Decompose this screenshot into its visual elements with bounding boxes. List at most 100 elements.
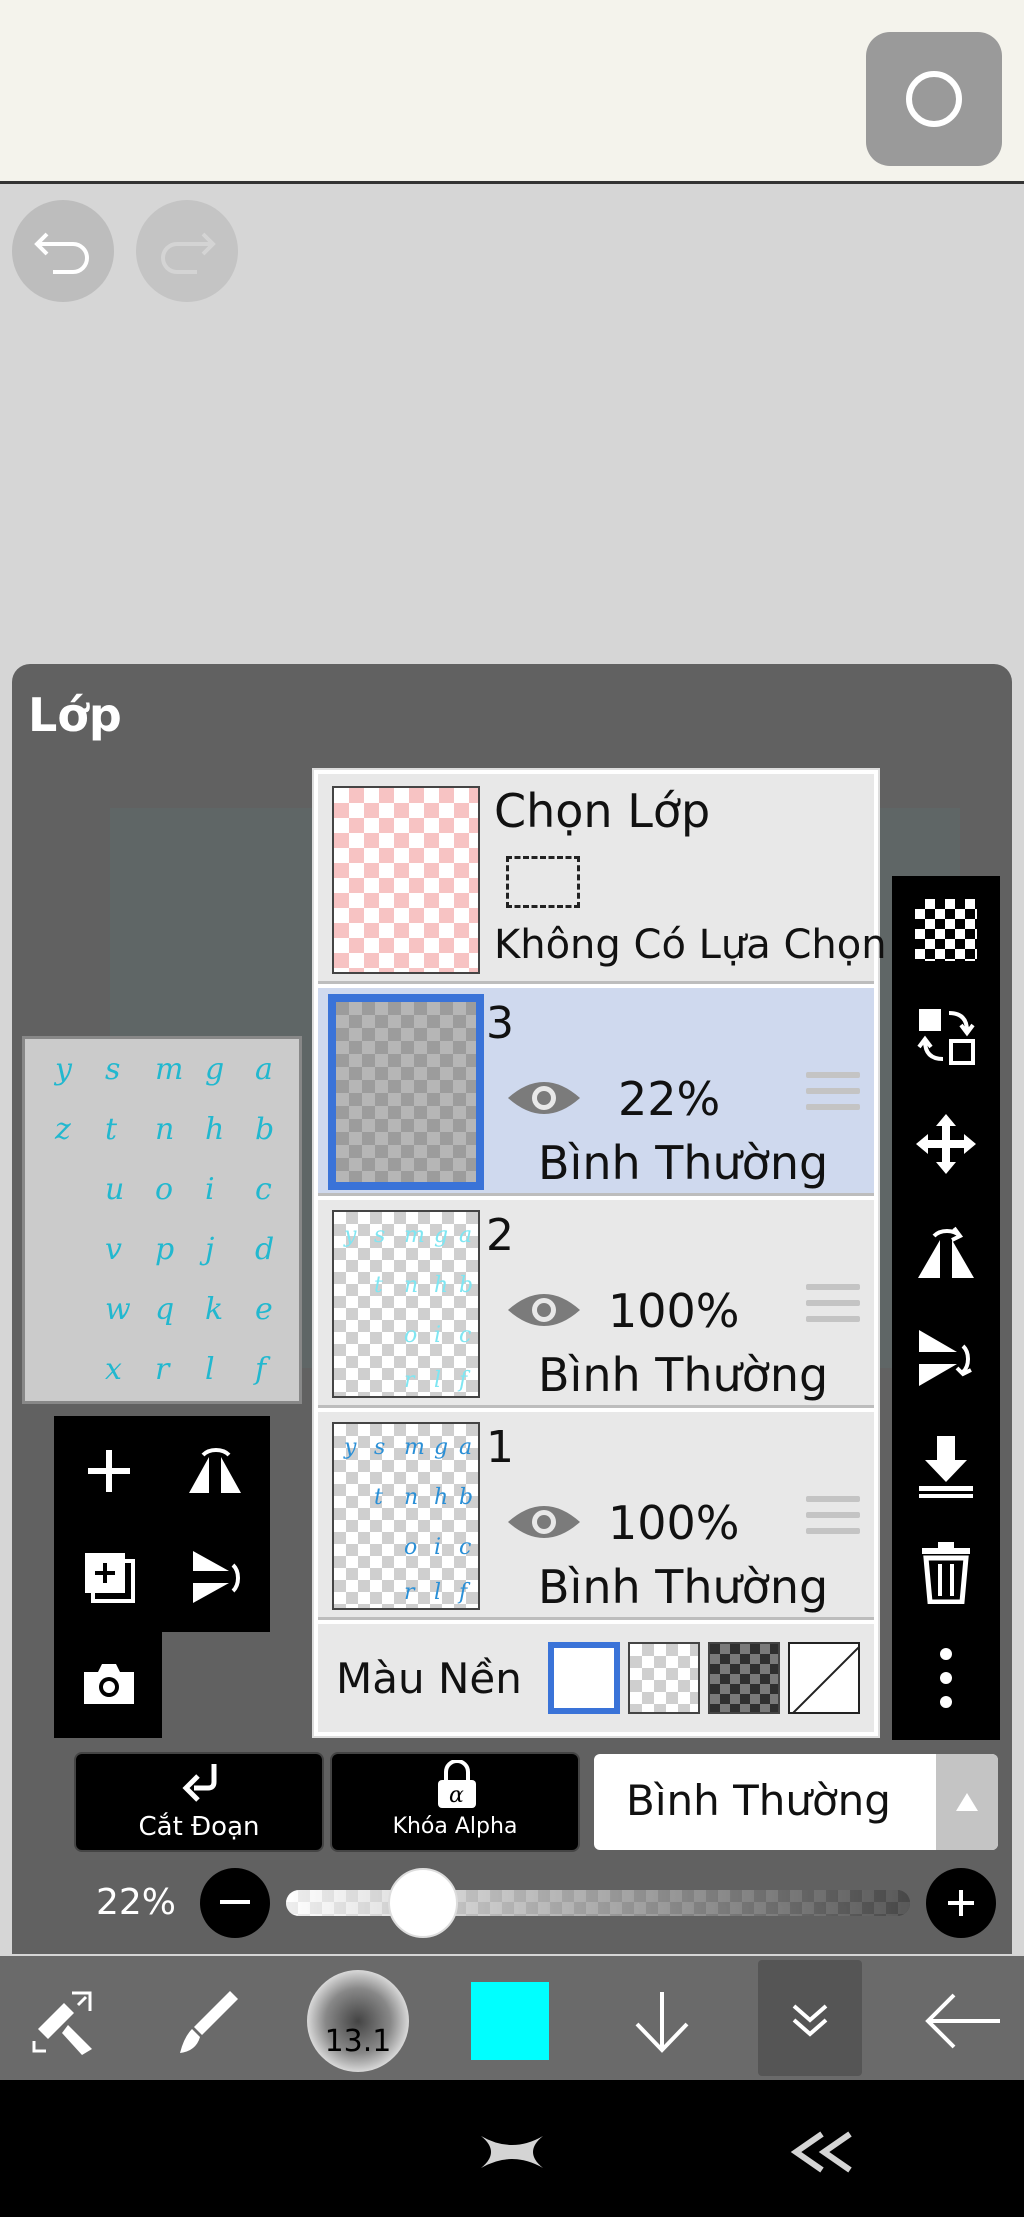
lock-icon: α [438,1760,476,1808]
svg-text:h: h [205,1112,224,1147]
visibility-eye-icon[interactable] [506,1076,582,1120]
flip-horizontal-button[interactable] [162,1418,268,1524]
svg-text:r: r [404,1580,416,1605]
transparency-button[interactable] [892,880,1000,980]
layer-row-1[interactable]: ysmga tnhb oic rlf 1 100% Bình Thường [318,1412,874,1620]
nav-hide-button[interactable] [470,2120,554,2184]
svg-text:y: y [53,1052,73,1087]
svg-text:o: o [155,1172,173,1207]
flip-horizontal-icon [918,1226,974,1278]
layer-name: 3 [486,998,514,1049]
selection-layer-thumbnail [332,786,480,974]
redo-button[interactable] [136,200,238,302]
svg-text:k: k [205,1292,223,1327]
svg-text:x: x [105,1352,122,1387]
clip-button[interactable]: Cắt Đoạn [74,1752,324,1852]
svg-text:g: g [434,1435,448,1460]
layer-row-2[interactable]: ysmga tnhb oic rlf 2 100% Bình Thường [318,1200,874,1408]
svg-text:f: f [457,1368,471,1393]
layer-thumbnail: ysmga tnhb oic rlf [332,1422,480,1610]
alpha-lock-button[interactable]: α Khóa Alpha [330,1752,580,1852]
merge-down-button[interactable] [892,1416,1000,1516]
record-button[interactable] [866,32,1002,166]
layer-down-button[interactable] [610,1960,714,2082]
svg-text:c: c [459,1323,471,1348]
svg-text:o: o [404,1323,417,1348]
transform-tool-button[interactable] [12,1960,116,2082]
clip-arrow-icon [182,1764,217,1802]
layer-opacity: 100% [608,1284,740,1338]
canvas-thumbnail[interactable]: ysmga zt nhb uoi c vpj d wqke xrl f [22,1036,302,1404]
alpha-lock-label: Khóa Alpha [392,1814,518,1839]
brush-size-button[interactable]: 13.1 [306,1960,410,2082]
layer-opacity: 22% [618,1072,721,1126]
drag-handle-icon[interactable] [806,1072,860,1116]
layer-row-3[interactable]: 3 22% Bình Thường [318,988,874,1196]
flip-layer-vertical-button[interactable] [892,1308,1000,1408]
flip-layer-horizontal-button[interactable] [892,1202,1000,1302]
background-none-option[interactable] [788,1642,860,1714]
svg-text:h: h [434,1273,448,1298]
clip-label: Cắt Đoạn [138,1812,260,1842]
opacity-increase-button[interactable] [926,1868,996,1938]
background-transparent-option[interactable] [628,1642,700,1714]
svg-text:o: o [404,1535,417,1560]
blend-mode-dropdown[interactable] [936,1754,998,1850]
double-chevron-left-icon [790,2131,852,2173]
more-options-button[interactable] [892,1628,1000,1728]
move-button[interactable] [892,1094,1000,1194]
selection-layer-title: Chọn Lớp [494,784,711,838]
layer-thumbnail [328,994,484,1190]
collapse-panel-button[interactable] [758,1960,862,2076]
drag-handle-icon[interactable] [806,1496,860,1540]
color-swatch-button[interactable] [462,1960,558,2082]
blend-mode-select[interactable]: Bình Thường [594,1754,998,1850]
trash-icon [922,1542,970,1604]
svg-text:y: y [343,1223,357,1248]
visibility-eye-icon[interactable] [506,1288,582,1332]
background-dark-checker-option[interactable] [708,1642,780,1714]
nav-back-button[interactable] [780,2120,864,2184]
svg-text:s: s [105,1052,120,1087]
swap-layer-button[interactable] [892,986,1000,1086]
svg-text:a: a [255,1052,273,1087]
background-label: Màu Nền [336,1654,522,1703]
opacity-decrease-button[interactable] [200,1868,270,1938]
current-color-swatch [469,1980,551,2062]
opacity-slider-thumb[interactable] [388,1868,458,1938]
svg-text:g: g [205,1052,224,1087]
canvas-thumbnail-art: ysmga zt nhb uoi c vpj d wqke xrl f [53,1052,274,1387]
svg-text:w: w [105,1292,131,1327]
layer-side-toolbar [892,876,1000,1740]
undo-button[interactable] [12,200,114,302]
record-icon [906,71,962,127]
svg-text:n: n [155,1112,174,1147]
opacity-slider-track[interactable] [286,1890,910,1916]
brush-icon [180,1991,238,2053]
drag-handle-icon[interactable] [806,1284,860,1328]
background-white-option[interactable] [548,1642,620,1714]
selection-layer-row[interactable]: Chọn Lớp Không Có Lựa Chọn [318,774,887,984]
add-layer-button[interactable] [56,1418,162,1524]
svg-text:p: p [155,1232,174,1267]
back-arrow-button[interactable] [910,1960,1014,2082]
svg-text:b: b [459,1485,473,1510]
layer-opacity: 100% [608,1496,740,1550]
plus-icon [88,1450,130,1492]
svg-text:m: m [404,1435,425,1460]
add-layer-copy-button[interactable] [56,1524,162,1630]
svg-text:i: i [205,1172,215,1207]
svg-text:i: i [434,1323,441,1348]
svg-text:m: m [404,1223,425,1248]
brush-tool-button[interactable] [156,1960,260,2082]
svg-text:a: a [459,1435,472,1460]
camera-button[interactable] [56,1630,162,1736]
flip-vertical-button[interactable] [162,1524,268,1630]
visibility-eye-icon[interactable] [506,1500,582,1544]
delete-layer-button[interactable] [892,1522,1000,1622]
flip-vertical-icon [193,1551,240,1603]
new-layer-icon [85,1553,135,1603]
background-color-row: Màu Nền [318,1624,874,1732]
flip-vertical-icon [919,1330,972,1386]
svg-text:m: m [155,1052,183,1087]
